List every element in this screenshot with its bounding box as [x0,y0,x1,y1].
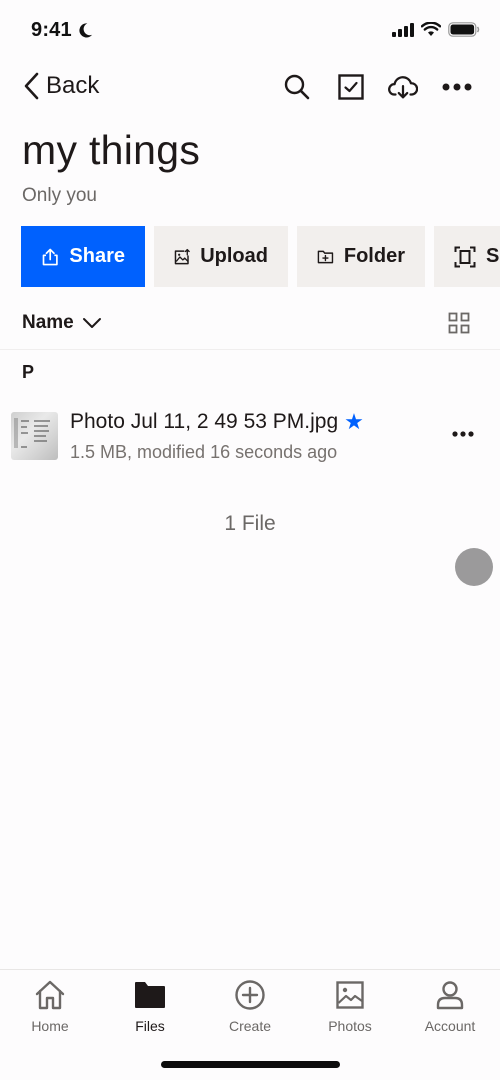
photos-icon [336,981,364,1009]
tab-create[interactable]: Create [200,978,300,1034]
chevron-down-icon [82,318,101,328]
sharing-status: Only you [22,185,97,206]
plus-circle-icon [235,980,265,1010]
select-checkbox-icon [338,74,364,100]
status-time: 9:41 [31,19,72,41]
assistive-touch-button[interactable] [455,548,493,586]
signal-icon [392,22,414,37]
file-meta: 1.5 MB, modified 16 seconds ago [70,442,338,462]
cloud-download-icon [388,76,418,99]
sort-button[interactable]: Name [22,312,102,334]
upload-photo-icon [174,248,190,264]
action-buttons-row: Share Upload Folder Scan [21,226,500,287]
scan-button[interactable]: Scan [434,226,500,287]
search-icon [284,74,310,100]
more-icon [452,431,474,437]
account-icon [436,981,464,1010]
status-bar: 9:41 [0,0,500,60]
star-icon[interactable]: ★ [344,411,364,433]
new-folder-button[interactable]: Folder [297,226,425,287]
file-name-row: Photo Jul 11, 2 49 53 PM.jpg ★ [70,410,364,434]
file-thumbnail [11,412,58,460]
share-label: Share [69,245,125,267]
sort-row: Name [0,306,500,350]
back-label: Back [46,72,100,99]
tab-home[interactable]: Home [0,978,100,1034]
offline-download-button[interactable] [388,72,418,102]
upload-button[interactable]: Upload [154,226,288,287]
tab-label: Photos [328,1018,372,1034]
file-count: 1 File [224,512,276,535]
tab-label: Create [228,1018,272,1034]
more-icon [442,83,472,91]
new-folder-icon [317,250,334,263]
upload-label: Upload [200,245,268,267]
tab-photos[interactable]: Photos [300,978,400,1034]
share-icon [42,248,58,265]
chevron-left-icon [24,72,39,100]
home-indicator [161,1061,340,1068]
grid-view-icon[interactable] [448,312,470,334]
home-icon [35,980,65,1010]
scan-icon [454,246,476,267]
battery-icon [448,22,480,37]
scan-label: Scan [486,245,500,267]
tab-account[interactable]: Account [400,978,500,1034]
nav-bar: Back [0,65,500,111]
more-options-button[interactable] [442,72,472,102]
share-button[interactable]: Share [21,226,145,287]
tab-label: Home [31,1018,69,1034]
file-name: Photo Jul 11, 2 49 53 PM.jpg [70,410,339,433]
tab-label: Account [424,1018,476,1034]
moon-icon [79,23,93,38]
tab-label: Files [135,1018,165,1034]
folder-icon [135,982,165,1008]
wifi-icon [421,22,441,36]
page-title: my things [22,127,201,173]
select-button[interactable] [336,72,366,102]
file-row[interactable]: Photo Jul 11, 2 49 53 PM.jpg ★ 1.5 MB, m… [0,400,500,470]
sort-label: Name [22,312,74,333]
search-button[interactable] [282,72,312,102]
section-header: P [22,362,35,382]
file-more-button[interactable] [448,422,478,446]
tab-files[interactable]: Files [100,978,200,1034]
back-button[interactable]: Back [22,71,99,101]
folder-label: Folder [343,245,405,267]
status-icons [392,22,480,37]
